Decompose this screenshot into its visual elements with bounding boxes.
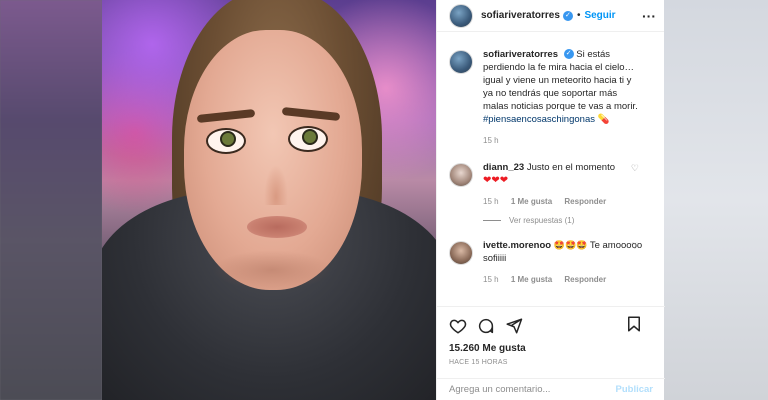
comment-item: ivette.morenoo 🤩🤩🤩 Te amooooo sofiiiii 1… — [449, 239, 653, 286]
like-comment-heart-icon[interactable]: ♡ — [631, 241, 639, 252]
background-blur-left — [0, 0, 102, 400]
pill-emoji: 💊 — [597, 114, 610, 125]
comment-username[interactable]: diann_23 — [483, 162, 524, 173]
caption-time[interactable]: 15 h — [483, 136, 499, 145]
avatar[interactable] — [449, 241, 473, 265]
comment-item: diann_23 Justo en el momento ❤❤❤ 15 h 1 … — [449, 161, 653, 208]
red-hearts: ❤❤❤ — [483, 175, 509, 186]
post-time-ago[interactable]: HACE 15 HORAS — [449, 359, 653, 366]
bookmark-icon[interactable] — [625, 315, 643, 333]
divider — [483, 220, 501, 221]
view-replies-label[interactable]: Ver respuestas (1) — [509, 216, 574, 225]
nose — [264, 165, 288, 205]
comment-likes[interactable]: 1 Me gusta — [511, 275, 552, 284]
post-side-panel: sofiariveratorres ✓ • Seguir ··· sofiari… — [436, 0, 665, 400]
background-blur-right — [664, 0, 768, 400]
comments-thread[interactable]: sofiariveratorres ✓ Si estás perdiendo l… — [437, 48, 665, 306]
actions-bar: 15.260 Me gusta HACE 15 HORAS — [437, 306, 665, 366]
right-eye — [288, 126, 328, 152]
caption-username[interactable]: sofiariveratorres — [483, 49, 558, 60]
comment-likes[interactable]: 1 Me gusta — [511, 197, 552, 206]
comment-composer: Publicar — [437, 378, 665, 400]
caption: sofiariveratorres ✓ Si estás perdiendo l… — [449, 48, 653, 147]
post-header: sofiariveratorres ✓ • Seguir ··· — [437, 0, 664, 32]
share-icon[interactable] — [505, 317, 523, 335]
publish-button[interactable]: Publicar — [616, 384, 654, 395]
reply-button[interactable]: Responder — [564, 197, 606, 206]
separator: • — [576, 10, 581, 21]
verified-badge-icon: ✓ — [562, 10, 573, 21]
likes-count[interactable]: 15.260 Me gusta — [449, 343, 653, 354]
like-comment-heart-icon[interactable]: ♡ — [631, 163, 639, 174]
follow-button[interactable]: Seguir — [584, 10, 615, 21]
post-image[interactable] — [102, 0, 436, 400]
comment-text: Justo en el momento — [526, 162, 616, 173]
heart-icon[interactable] — [449, 317, 467, 335]
avatar[interactable] — [449, 163, 473, 187]
more-horizontal-icon[interactable]: ··· — [642, 8, 656, 24]
chin-shadow — [212, 250, 332, 290]
verified-badge-icon: ✓ — [563, 49, 574, 60]
reply-button[interactable]: Responder — [564, 275, 606, 284]
avatar[interactable] — [449, 50, 473, 74]
comment-username[interactable]: ivette.morenoo — [483, 240, 551, 251]
comment-icon[interactable] — [477, 317, 495, 335]
comment-emojis: 🤩🤩🤩 — [553, 240, 588, 250]
mouth — [247, 216, 307, 238]
comment-time[interactable]: 15 h — [483, 275, 499, 284]
comment-input[interactable] — [449, 384, 616, 395]
comment-time[interactable]: 15 h — [483, 197, 499, 206]
left-eye — [206, 128, 246, 154]
hashtag-link[interactable]: #piensaencosaschingonas — [483, 114, 595, 125]
post-username[interactable]: sofiariveratorres — [481, 10, 560, 21]
view-replies-button[interactable]: Ver respuestas (1) — [483, 216, 653, 225]
avatar[interactable] — [449, 3, 473, 28]
